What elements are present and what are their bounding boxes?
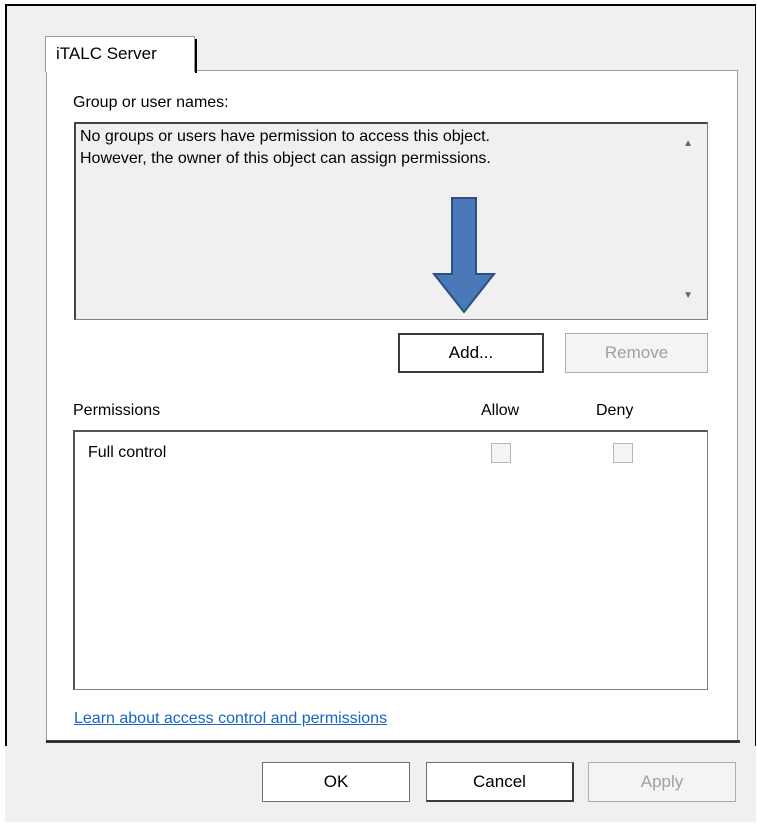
scroll-up-icon[interactable]: ▲ [683,138,693,149]
panel-shadow [46,740,740,743]
cancel-button[interactable]: Cancel [426,762,574,802]
permissions-label: Permissions [73,402,161,419]
allow-column-header: Allow [481,402,520,419]
arrow-down-icon [431,197,497,314]
listbox-message: No groups or users have permission to ac… [80,126,491,170]
access-control-help-link[interactable]: Learn about access control and permissio… [74,710,387,728]
message-line-1: No groups or users have permission to ac… [80,128,490,145]
tab-italc-server[interactable]: iTALC Server [45,36,197,73]
apply-button[interactable]: Apply [588,762,736,802]
group-names-label: Group or user names: [73,94,229,111]
deny-column-header: Deny [596,402,634,419]
scroll-down-icon[interactable]: ▼ [683,290,693,301]
deny-full-control-checkbox[interactable] [613,443,633,463]
allow-full-control-checkbox[interactable] [491,443,511,463]
remove-button[interactable]: Remove [565,333,708,373]
permissions-list: Full control [73,430,708,690]
arrow-shape [431,197,497,314]
permission-row-full-control: Full control [88,444,167,461]
add-button[interactable]: Add... [398,333,544,373]
ok-button[interactable]: OK [262,762,410,802]
group-user-listbox[interactable]: No groups or users have permission to ac… [74,122,708,320]
tab-label: iTALC Server [56,44,157,63]
message-line-2: However, the owner of this object can as… [80,150,491,167]
